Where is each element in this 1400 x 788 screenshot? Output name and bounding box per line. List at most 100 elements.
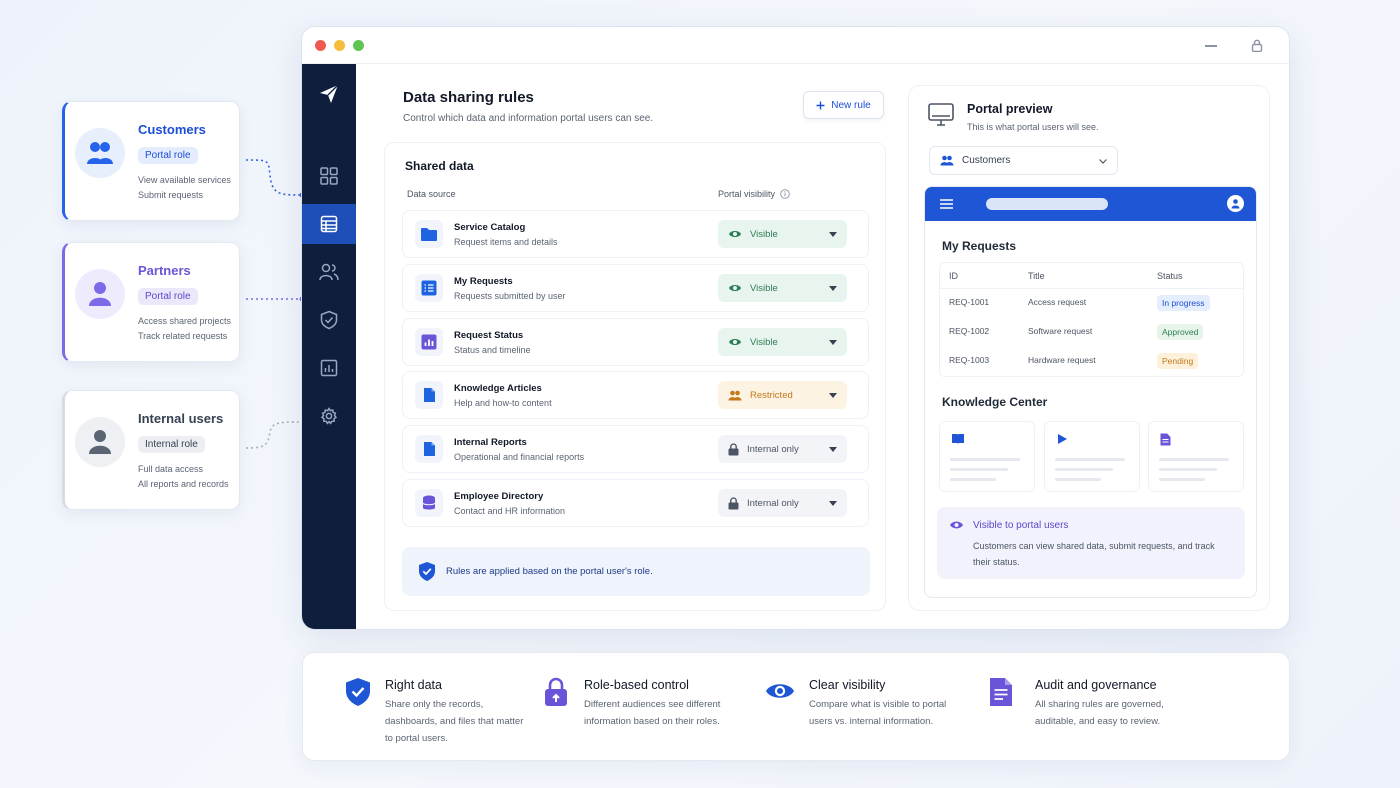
rules-note-text: Rules are applied based on the portal us…	[446, 566, 653, 577]
feature-title: Clear visibility	[809, 678, 886, 692]
feature-description: Compare what is visible to portal users …	[809, 699, 947, 727]
new-rule-button[interactable]: New rule	[803, 91, 884, 119]
data-source-row[interactable]: Employee Directory Contact and HR inform…	[402, 479, 869, 527]
role-card-partners[interactable]: Partners Portal role Access shared proje…	[62, 242, 240, 362]
info-icon[interactable]	[780, 189, 790, 199]
data-source-row[interactable]: My Requests Requests submitted by user V…	[402, 264, 869, 312]
role-desc-line: Full data access	[138, 464, 204, 474]
visibility-dropdown[interactable]: Restricted	[718, 381, 847, 409]
folder-icon	[415, 220, 443, 248]
placeholder-line	[950, 478, 996, 481]
status-badge: Approved	[1157, 324, 1204, 340]
role-card-customers[interactable]: Customers Portal role View available ser…	[62, 101, 240, 221]
shield-check-icon	[419, 562, 435, 581]
eye-icon	[729, 285, 741, 291]
user-icon	[89, 430, 111, 454]
knowledge-center-title: Knowledge Center	[942, 395, 1048, 409]
feature-title: Role-based control	[584, 678, 689, 692]
table-row[interactable]: REQ-1003 Hardware request Pending	[940, 347, 1243, 376]
role-desc-line: Track related requests	[138, 331, 228, 341]
portal-nav-bar	[925, 187, 1256, 221]
data-source-description: Requests submitted by user	[454, 291, 566, 301]
status-badge: In progress	[1157, 295, 1210, 311]
minimize-window-button[interactable]	[334, 40, 345, 51]
table-row[interactable]: REQ-1001 Access request In progress	[940, 289, 1243, 318]
minimize-icon[interactable]	[1205, 45, 1217, 47]
feature-title: Right data	[385, 678, 442, 692]
lock-icon	[728, 496, 739, 509]
database-icon	[415, 489, 443, 517]
portal-mockup: My Requests ID Title Status REQ-1001 Acc…	[924, 186, 1257, 598]
close-window-button[interactable]	[315, 40, 326, 51]
requests-table: ID Title Status REQ-1001 Access request …	[939, 262, 1244, 377]
page-title: Data sharing rules	[403, 89, 534, 106]
placeholder-line	[1159, 478, 1205, 481]
sidebar-item-reports[interactable]	[302, 348, 356, 388]
lock-icon	[728, 442, 739, 455]
users-icon	[319, 263, 339, 281]
placeholder-line	[950, 458, 1020, 461]
maximize-window-button[interactable]	[353, 40, 364, 51]
page-header: Data sharing rules Control which data an…	[403, 89, 653, 124]
audit-document-icon	[990, 678, 1012, 706]
visibility-value: Internal only	[747, 443, 799, 455]
placeholder-line	[1055, 458, 1125, 461]
data-source-row[interactable]: Internal Reports Operational and financi…	[402, 425, 869, 473]
data-source-name: My Requests	[454, 276, 513, 287]
placeholder-line	[1159, 468, 1217, 471]
data-source-row[interactable]: Request Status Status and timeline Visib…	[402, 318, 869, 366]
hamburger-menu-icon[interactable]	[940, 199, 953, 209]
sidebar-item-settings[interactable]	[302, 396, 356, 436]
eye-icon	[766, 684, 794, 698]
sidebar-item-data-sharing[interactable]	[302, 204, 356, 244]
role-desc-line: All reports and records	[138, 479, 229, 489]
eye-icon	[950, 521, 963, 529]
data-source-name: Employee Directory	[454, 491, 544, 502]
shared-data-title: Shared data	[405, 159, 474, 173]
column-header-label: Portal visibility	[718, 189, 776, 199]
sidebar-item-security[interactable]	[302, 300, 356, 340]
visibility-dropdown[interactable]: Visible	[718, 220, 847, 248]
knowledge-card[interactable]	[1044, 421, 1140, 492]
knowledge-card[interactable]	[939, 421, 1035, 492]
lock-icon[interactable]	[1251, 39, 1263, 52]
users-icon	[728, 390, 742, 400]
data-source-description: Status and timeline	[454, 345, 531, 355]
placeholder-line	[1055, 478, 1101, 481]
play-icon	[1058, 434, 1067, 444]
data-source-name: Knowledge Articles	[454, 383, 542, 394]
table-row[interactable]: REQ-1002 Software request Approved	[940, 318, 1243, 347]
role-desc-line: View available services	[138, 175, 231, 185]
portal-preview-panel: Portal preview This is what portal users…	[908, 85, 1270, 611]
app-logo[interactable]	[302, 74, 356, 114]
knowledge-card[interactable]	[1148, 421, 1244, 492]
visibility-dropdown[interactable]: Visible	[718, 274, 847, 302]
grid-icon	[320, 167, 338, 185]
visible-note-description: Customers can view shared data, submit r…	[973, 541, 1215, 567]
data-source-row[interactable]: Knowledge Articles Help and how-to conte…	[402, 371, 869, 419]
column-header-portal-visibility: Portal visibility	[718, 189, 790, 199]
sidebar-item-users[interactable]	[302, 252, 356, 292]
role-select[interactable]: Customers	[929, 146, 1118, 175]
document-icon	[415, 381, 443, 409]
sidebar-item-dashboard[interactable]	[302, 156, 356, 196]
chevron-down-icon	[1099, 159, 1107, 164]
portal-search-bar[interactable]	[986, 198, 1108, 210]
role-title: Internal users	[138, 411, 224, 426]
visibility-dropdown[interactable]: Internal only	[718, 489, 847, 517]
data-source-row[interactable]: Service Catalog Request items and detail…	[402, 210, 869, 258]
placeholder-line	[950, 468, 1008, 471]
preview-title: Portal preview	[967, 102, 1053, 116]
role-title: Customers	[138, 122, 206, 137]
user-avatar-icon[interactable]	[1227, 195, 1244, 212]
book-icon	[952, 434, 964, 444]
internal-avatar	[75, 417, 125, 467]
table-icon	[320, 215, 338, 233]
role-card-internal-users[interactable]: Internal users Internal role Full data a…	[62, 390, 240, 510]
monitor-icon	[928, 103, 954, 126]
rules-note: Rules are applied based on the portal us…	[402, 547, 870, 596]
visibility-dropdown[interactable]: Visible	[718, 328, 847, 356]
shared-data-panel: Shared data Data source Portal visibilit…	[384, 142, 886, 611]
shield-check-icon	[346, 678, 370, 706]
visibility-dropdown[interactable]: Internal only	[718, 435, 847, 463]
